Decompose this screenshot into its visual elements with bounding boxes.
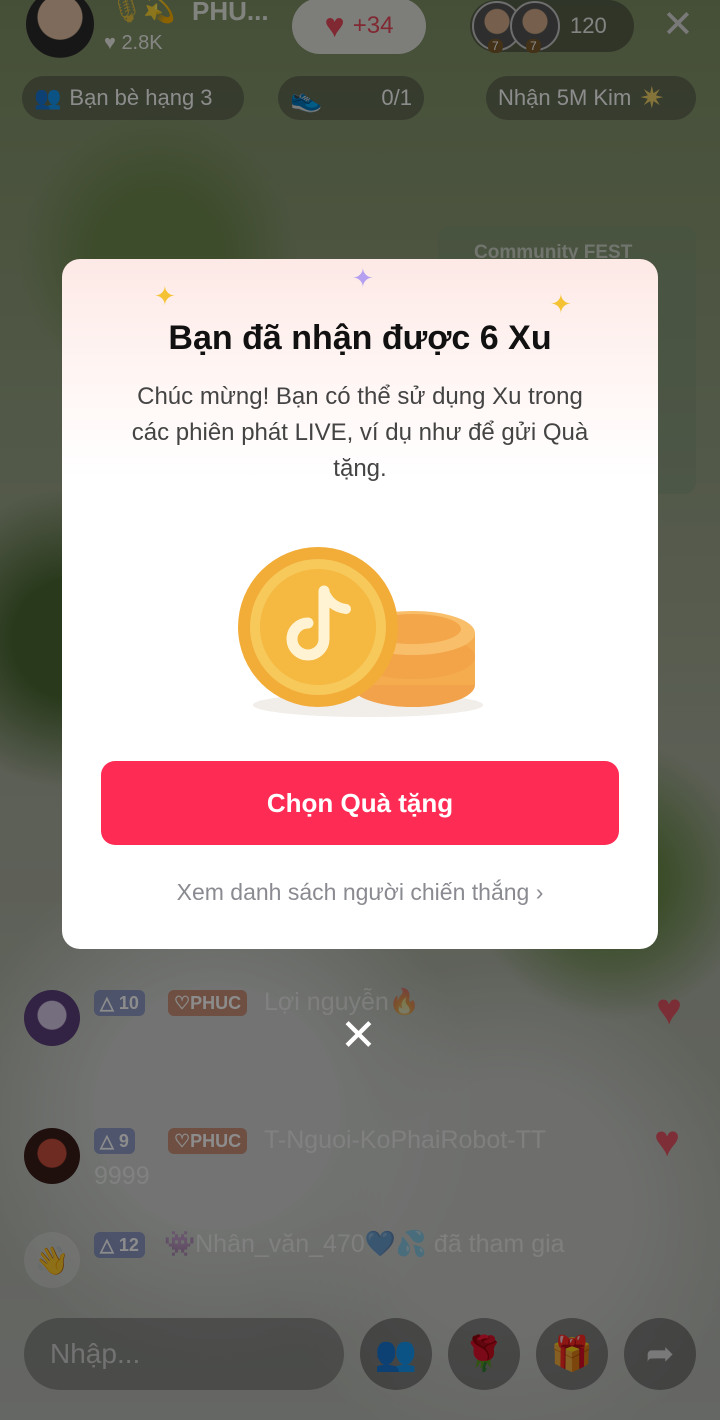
sparkle-icon: ✦ — [352, 263, 374, 293]
choose-gift-button[interactable]: Chọn Quà tặng — [101, 761, 619, 845]
sparkle-icon: ✦ — [550, 289, 572, 319]
close-icon[interactable]: ✕ — [340, 1014, 377, 1058]
winners-list-link[interactable]: Xem danh sách người chiến thắng › — [62, 879, 658, 906]
modal-description: Chúc mừng! Bạn có thể sử dụng Xu trong c… — [131, 383, 589, 482]
modal-title: Bạn đã nhận được 6 Xu — [168, 319, 552, 357]
coins-icon — [238, 547, 483, 717]
coins-reward-modal: ✦ ✦ ✦ Bạn đã nhận được 6 Xu Chúc mừng! B… — [62, 259, 658, 949]
sparkle-icon: ✦ — [154, 281, 176, 311]
